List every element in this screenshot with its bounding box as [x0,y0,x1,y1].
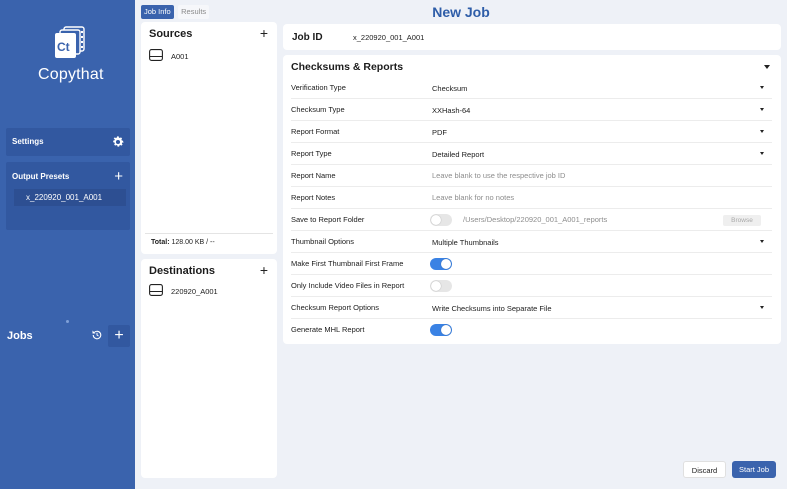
reports-title: Checksums & Reports [291,61,404,73]
output-presets-section: Output Presets + x_220920_001_A001 [6,162,130,230]
app-name: Copythat [38,66,104,83]
job-id-panel: Job ID x_220920_001_A001 [283,24,781,50]
destination-name: 220920_A001 [171,287,218,296]
history-icon[interactable] [91,329,103,341]
row-label: Report Notes [291,193,336,202]
chevron-down-icon[interactable] [760,306,764,309]
toggle-knob [441,259,451,269]
tab-results[interactable]: Results [178,5,210,19]
report-notes-row: Report Notes Leave blank for no notes [291,187,772,209]
gear-icon[interactable] [111,135,125,149]
row-label: Report Name [291,171,336,180]
report-notes-input[interactable]: Leave blank for no notes [432,193,514,202]
first-frame-toggle[interactable] [430,258,452,270]
report-type-select[interactable]: Detailed Report [432,150,484,159]
checksum-type-row[interactable]: Checksum Type XXHash-64 [291,99,772,121]
checksum-type-select[interactable]: XXHash-64 [432,106,470,115]
settings-label: Settings [12,137,44,146]
job-id-field[interactable]: x_220920_001_A001 [353,33,424,42]
add-destination-button[interactable]: + [260,263,268,277]
settings-row[interactable]: Settings [6,128,130,156]
row-label: Generate MHL Report [291,325,365,334]
add-job-button[interactable]: + [108,325,130,347]
row-label: Save to Report Folder [291,215,365,224]
sidebar: Ct Copythat Settings Output Presets + x_… [0,0,135,489]
checksums-reports-panel: Checksums & Reports Verification Type Ch… [283,55,781,344]
total-value: 128.00 KB / -- [171,239,215,246]
row-label: Only Include Video Files in Report [291,281,405,290]
chevron-down-icon[interactable] [760,152,764,155]
report-format-row[interactable]: Report Format PDF [291,121,772,143]
first-frame-row: Make First Thumbnail First Frame [291,253,772,275]
toggle-knob [431,281,441,291]
row-label: Report Format [291,127,340,136]
output-presets-label: Output Presets [12,172,70,181]
report-type-row[interactable]: Report Type Detailed Report [291,143,772,165]
checksum-report-options-select[interactable]: Write Checksums into Separate File [432,304,552,313]
row-label: Make First Thumbnail First Frame [291,259,404,268]
destinations-title: Destinations [149,265,216,277]
save-to-folder-toggle[interactable] [430,214,452,226]
sources-panel: Sources + A001 Total: 128.00 KB / -- [141,22,277,254]
drive-icon [149,49,163,61]
save-to-report-folder-row: Save to Report Folder /Users/Desktop/220… [291,209,772,231]
app-logo: Ct Copythat [38,26,104,86]
tab-job-info[interactable]: Job Info [141,5,174,19]
divider [145,233,273,234]
row-label: Checksum Type [291,105,345,114]
generate-mhl-row: Generate MHL Report [291,319,772,341]
destinations-panel: Destinations + 220920_A001 [141,259,277,478]
checksum-report-options-row[interactable]: Checksum Report Options Write Checksums … [291,297,772,319]
only-video-toggle[interactable] [430,280,452,292]
row-label: Verification Type [291,83,346,92]
row-label: Report Type [291,149,332,158]
jobs-label: Jobs [7,330,33,342]
verification-type-row[interactable]: Verification Type Checksum [291,77,772,99]
report-folder-path: /Users/Desktop/220920_001_A001_reports [463,215,608,224]
chevron-down-icon[interactable] [760,240,764,243]
job-id-label: Job ID [292,32,323,43]
drive-icon [149,284,163,296]
toggle-knob [431,215,441,225]
add-source-button[interactable]: + [260,26,268,40]
source-name: A001 [171,52,189,61]
generate-mhl-toggle[interactable] [430,324,452,336]
sources-title: Sources [149,28,193,40]
thumbnail-options-row[interactable]: Thumbnail Options Multiple Thumbnails [291,231,772,253]
thumbnail-options-select[interactable]: Multiple Thumbnails [432,238,499,247]
browse-button[interactable]: Browse [723,215,761,226]
report-name-row: Report Name Leave blank to use the respe… [291,165,772,187]
chevron-down-icon[interactable] [760,108,764,111]
logo-mark: Ct [57,40,70,54]
only-video-row: Only Include Video Files in Report [291,275,772,297]
chevron-down-icon[interactable] [760,130,764,133]
row-label: Checksum Report Options [291,303,379,312]
start-job-button[interactable]: Start Job [732,461,776,478]
sources-total: Total: 128.00 KB / -- [151,239,215,246]
page-title: New Job [432,4,490,20]
add-preset-button[interactable]: + [114,169,123,184]
report-format-select[interactable]: PDF [432,128,447,137]
discard-button[interactable]: Discard [683,461,726,478]
toggle-knob [441,325,451,335]
tab-bar: Job Info Results [141,5,210,20]
collapse-caret-icon[interactable] [764,65,770,69]
report-name-input[interactable]: Leave blank to use the respective job ID [432,171,565,180]
preset-item[interactable]: x_220920_001_A001 [14,189,126,206]
resize-handle[interactable] [66,320,69,323]
row-label: Thumbnail Options [291,237,354,246]
total-label: Total: [151,239,170,246]
chevron-down-icon[interactable] [760,86,764,89]
verification-type-select[interactable]: Checksum [432,84,467,93]
